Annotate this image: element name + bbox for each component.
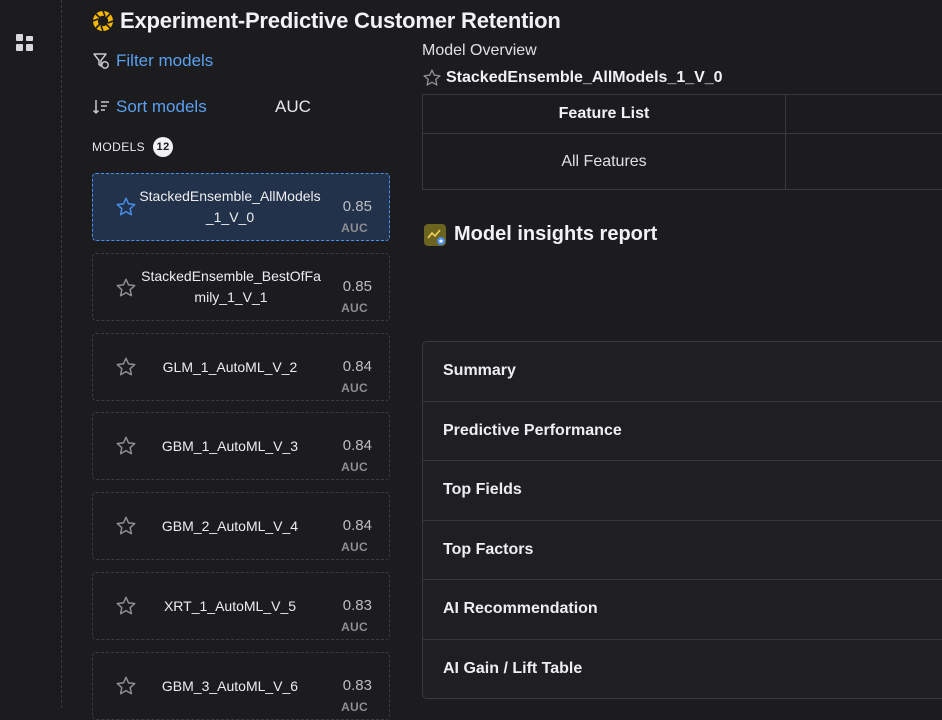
model-card[interactable]: GBM_1_AutoML_V_3 0.84 AUC (92, 412, 390, 480)
accordion-summary[interactable]: Summary (423, 342, 942, 402)
insights-header: Model insights report (424, 223, 657, 246)
aperture-icon (92, 10, 114, 32)
overview-model-title: StackedEnsemble_AllModels_1_V_0 (422, 68, 723, 88)
overview-model-name: StackedEnsemble_AllModels_1_V_0 (446, 69, 723, 86)
model-name: StackedEnsemble_BestOfFamily_1_V_1 (141, 268, 321, 305)
model-metric: AUC (341, 620, 368, 634)
sort-models-label: Sort models (116, 97, 207, 116)
models-count-badge: 12 (153, 137, 174, 157)
sort-icon (92, 100, 109, 115)
star-icon[interactable] (115, 515, 137, 537)
model-score: 0.84 (342, 358, 372, 375)
filter-models-button[interactable]: Filter models (92, 51, 213, 71)
star-icon[interactable] (115, 356, 137, 378)
model-card[interactable]: GLM_1_AutoML_V_2 0.84 AUC (92, 333, 390, 401)
models-label: MODELS (92, 140, 146, 154)
model-score: 0.85 (342, 278, 372, 295)
star-icon[interactable] (115, 435, 137, 457)
model-score: 0.84 (342, 517, 372, 534)
star-icon[interactable] (115, 595, 137, 617)
filter-icon (93, 53, 109, 69)
model-card[interactable]: GBM_3_AutoML_V_6 0.83 AUC (92, 652, 390, 720)
model-name: GLM_1_AutoML_V_2 (162, 358, 298, 375)
table-divider (785, 95, 786, 189)
model-metric: AUC (341, 301, 368, 315)
model-name: XRT_1_AutoML_V_5 (163, 597, 297, 614)
star-icon[interactable] (115, 277, 137, 299)
model-name: StackedEnsemble_AllModels_1_V_0 (139, 188, 321, 225)
feature-list-header: Feature List (558, 105, 650, 122)
accordion-predictive-performance[interactable]: Predictive Performance (423, 402, 942, 461)
model-score: 0.83 (342, 597, 372, 614)
star-icon[interactable] (115, 196, 137, 218)
insights-title: Model insights report (454, 223, 658, 245)
model-metric: AUC (341, 540, 368, 554)
model-card[interactable]: GBM_2_AutoML_V_4 0.84 AUC (92, 492, 390, 560)
page-header: Experiment-Predictive Customer Retention (92, 8, 561, 34)
model-score: 0.84 (342, 437, 372, 454)
left-rail (0, 0, 62, 708)
model-card[interactable]: XRT_1_AutoML_V_5 0.83 AUC (92, 572, 390, 640)
model-metric: AUC (341, 381, 368, 395)
model-name: GBM_3_AutoML_V_6 (161, 677, 299, 694)
dashboard-icon[interactable] (16, 34, 34, 52)
accordion-ai-gain-lift-table[interactable]: AI Gain / Lift Table (423, 640, 942, 700)
sort-metric-value[interactable]: AUC (275, 97, 311, 117)
feature-list-value: All Features (561, 153, 647, 170)
model-name: GBM_1_AutoML_V_3 (161, 437, 299, 454)
accordion-top-fields[interactable]: Top Fields (423, 461, 942, 521)
insights-chart-icon (424, 223, 446, 246)
star-icon[interactable] (115, 675, 137, 697)
feature-list-table: Feature List All Features (422, 94, 942, 190)
model-metric: AUC (341, 221, 368, 235)
accordion-ai-recommendation[interactable]: AI Recommendation (423, 580, 942, 640)
sort-models-button[interactable]: Sort models (92, 97, 207, 117)
page-title: Experiment-Predictive Customer Retention (120, 8, 561, 33)
accordion-top-factors[interactable]: Top Factors (423, 521, 942, 580)
model-name: GBM_2_AutoML_V_4 (161, 517, 299, 534)
model-card[interactable]: StackedEnsemble_AllModels_1_V_0 0.85 AUC (92, 173, 390, 241)
model-score: 0.85 (342, 198, 372, 215)
model-metric: AUC (341, 700, 368, 714)
filter-models-label: Filter models (116, 51, 214, 70)
models-header: MODELS 12 (92, 137, 174, 157)
insights-accordion: Summary Predictive Performance Top Field… (422, 341, 942, 699)
model-overview-label: Model Overview (422, 42, 537, 59)
star-icon[interactable] (422, 68, 442, 88)
model-score: 0.83 (342, 677, 372, 694)
model-card[interactable]: StackedEnsemble_BestOfFamily_1_V_1 0.85 … (92, 253, 390, 321)
model-metric: AUC (341, 460, 368, 474)
